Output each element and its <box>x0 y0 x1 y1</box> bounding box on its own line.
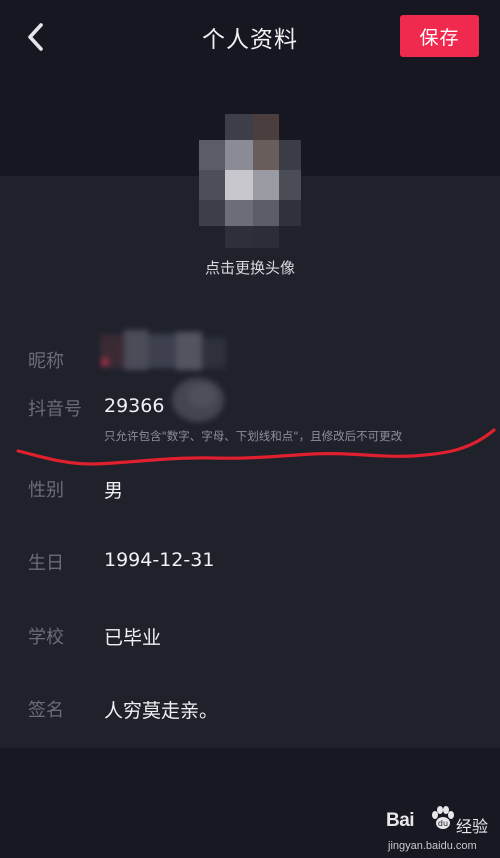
save-button[interactable]: 保存 <box>400 15 479 57</box>
svg-text:du: du <box>438 819 448 828</box>
watermark-url: jingyan.baidu.com <box>388 840 477 852</box>
school-value: 已毕业 <box>104 627 162 649</box>
paw-icon: du <box>432 806 454 829</box>
gender-row[interactable] <box>0 463 500 513</box>
nickname-row[interactable] <box>0 334 500 384</box>
gender-label: 性别 <box>28 480 64 501</box>
nickname-value-obscured <box>100 328 230 378</box>
school-row[interactable] <box>0 610 500 660</box>
watermark-logo-text: Bai <box>386 810 415 831</box>
douyin-id-value: 29366 <box>104 395 165 417</box>
watermark-brand: 经验 <box>456 817 489 836</box>
avatar[interactable] <box>195 112 305 252</box>
gender-value: 男 <box>104 480 124 502</box>
signature-row[interactable] <box>0 683 500 733</box>
signature-label: 签名 <box>28 700 64 721</box>
avatar-pixelated-image <box>199 114 301 248</box>
signature-value: 人穷莫走亲。 <box>104 700 219 722</box>
baidu-jingyan-watermark: Bai du 经验 jingyan.baidu.com <box>386 804 496 858</box>
birthday-label: 生日 <box>28 553 64 574</box>
school-label: 学校 <box>28 627 64 648</box>
change-avatar-hint[interactable]: 点击更换头像 <box>0 257 500 278</box>
birthday-value: 1994-12-31 <box>104 549 215 571</box>
birthday-row[interactable] <box>0 536 500 586</box>
nickname-label: 昵称 <box>28 351 64 372</box>
